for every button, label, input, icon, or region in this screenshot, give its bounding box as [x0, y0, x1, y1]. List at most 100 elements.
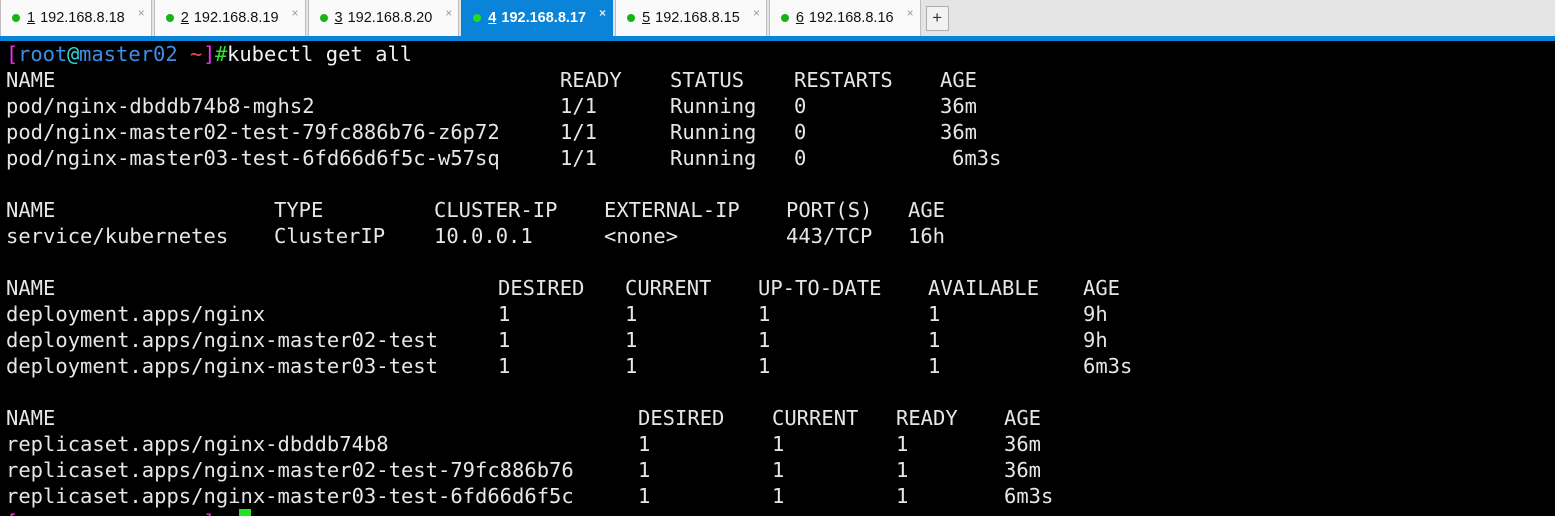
connection-status-dot-icon	[627, 14, 636, 22]
pod-age: 36m	[940, 94, 978, 118]
pods-table-row: pod/nginx-dbddb74b8-mghs2 1/1 Running 0 …	[0, 93, 1555, 119]
terminal-cursor	[239, 509, 251, 516]
replicaset-name: replicaset.apps/nginx-master03-test-6fd6…	[6, 484, 574, 508]
pods-header-name: NAME	[6, 68, 56, 92]
deployment-desired: 1	[498, 354, 511, 378]
service-age: 16h	[908, 224, 946, 248]
prompt-open-bracket: [	[6, 42, 19, 66]
deployment-up-to-date: 1	[758, 354, 771, 378]
services-header-row: NAME TYPE CLUSTER-IP EXTERNAL-IP PORT(S)…	[0, 197, 1555, 223]
tab-number: 2	[180, 10, 189, 26]
deployment-up-to-date: 1	[758, 328, 771, 352]
replicaset-header-ready: READY	[896, 406, 958, 430]
connection-status-dot-icon	[473, 14, 482, 22]
terminal-command: kubectl get all	[227, 42, 413, 66]
pod-ready: 1/1	[560, 120, 598, 144]
tab-6[interactable]: 6 192.168.8.16 ×	[768, 0, 921, 36]
tab-5[interactable]: 5 192.168.8.15 ×	[615, 0, 767, 36]
deployment-header-desired: DESIRED	[498, 276, 585, 300]
pod-restarts: 0	[794, 120, 807, 144]
deployments-table-row: deployment.apps/nginx-master03-test 1 1 …	[0, 353, 1555, 379]
next-prompt-close-bracket: ]	[203, 509, 215, 516]
tab-close-icon[interactable]: ×	[753, 7, 760, 19]
deployment-name: deployment.apps/nginx-master02-test	[6, 328, 438, 352]
service-type: ClusterIP	[274, 224, 386, 248]
tab-number: 6	[795, 10, 804, 26]
deployments-header-row: NAME DESIRED CURRENT UP-TO-DATE AVAILABL…	[0, 275, 1555, 301]
deployment-available: 1	[928, 328, 941, 352]
replicaset-current: 1	[772, 484, 785, 508]
pods-table-row: pod/nginx-master03-test-6fd66d6f5c-w57sq…	[0, 145, 1555, 171]
deployment-desired: 1	[498, 302, 511, 326]
replicaset-ready: 1	[896, 484, 909, 508]
replicaset-desired: 1	[638, 484, 651, 508]
tab-bar-empty-area	[949, 0, 1555, 36]
replicaset-name: replicaset.apps/nginx-dbddb74b8	[6, 432, 389, 456]
connection-status-dot-icon	[780, 14, 789, 22]
replicaset-ready: 1	[896, 432, 909, 456]
deployment-current: 1	[625, 302, 638, 326]
deployments-table-row: deployment.apps/nginx-master02-test 1 1 …	[0, 327, 1555, 353]
replicaset-current: 1	[772, 432, 785, 456]
tab-2[interactable]: 2 192.168.8.19 ×	[153, 0, 306, 36]
replicasets-table-row: replicaset.apps/nginx-master02-test-79fc…	[0, 457, 1555, 483]
tab-close-icon[interactable]: ×	[907, 7, 914, 19]
tab-1[interactable]: 1 192.168.8.18 ×	[0, 0, 152, 36]
deployment-name: deployment.apps/nginx	[6, 302, 266, 326]
pods-header-row: NAME READY STATUS RESTARTS AGE	[0, 67, 1555, 93]
prompt-at-symbol: @	[67, 42, 80, 66]
tab-close-icon[interactable]: ×	[138, 7, 145, 19]
pod-ready: 1/1	[560, 94, 598, 118]
service-ports: 443/TCP	[786, 224, 873, 248]
deployment-current: 1	[625, 354, 638, 378]
tab-close-icon[interactable]: ×	[599, 7, 606, 19]
deployment-age: 6m3s	[1083, 354, 1133, 378]
pod-name: pod/nginx-master03-test-6fd66d6f5c-w57sq	[6, 146, 500, 170]
connection-status-dot-icon	[319, 14, 328, 22]
pod-age: 6m3s	[952, 146, 1002, 170]
replicaset-header-current: CURRENT	[772, 406, 859, 430]
pods-header-age: AGE	[940, 68, 978, 92]
pods-header-restarts: RESTARTS	[794, 68, 893, 92]
tab-close-icon[interactable]: ×	[292, 7, 299, 19]
service-external-ip: <none>	[604, 224, 679, 248]
replicaset-current: 1	[772, 458, 785, 482]
deployment-name: deployment.apps/nginx-master03-test	[6, 354, 438, 378]
deployment-desired: 1	[498, 328, 511, 352]
pod-name: pod/nginx-master02-test-79fc886b76-z6p72	[6, 120, 500, 144]
prompt-path: ~	[190, 42, 203, 66]
tab-4-active[interactable]: 4 192.168.8.17 ×	[461, 0, 614, 36]
deployment-up-to-date: 1	[758, 302, 771, 326]
pod-status: Running	[670, 94, 757, 118]
tab-number: 3	[334, 10, 343, 26]
tab-label: 192.168.8.18	[40, 10, 125, 26]
terminal-output-area[interactable]: [ root @ master02 ~ ] # kubectl get all …	[0, 41, 1555, 516]
replicaset-header-name: NAME	[6, 406, 56, 430]
replicaset-desired: 1	[638, 458, 651, 482]
tab-number: 4	[488, 10, 497, 26]
terminal-prompt-line: [ root @ master02 ~ ] # kubectl get all	[0, 41, 1555, 67]
tab-3[interactable]: 3 192.168.8.20 ×	[307, 0, 460, 36]
connection-status-dot-icon	[165, 14, 174, 22]
replicaset-header-desired: DESIRED	[638, 406, 725, 430]
tab-close-icon[interactable]: ×	[445, 7, 452, 19]
next-prompt-open-bracket: [	[6, 509, 18, 516]
replicasets-table-row: replicaset.apps/nginx-master03-test-6fd6…	[0, 483, 1555, 509]
tab-label: 192.168.8.17	[501, 10, 587, 26]
tab-bar: 1 192.168.8.18 × 2 192.168.8.19 × 3 192.…	[0, 0, 1555, 36]
tab-number: 1	[27, 10, 36, 26]
connection-status-dot-icon	[12, 14, 20, 22]
pod-restarts: 0	[794, 146, 807, 170]
deployment-header-current: CURRENT	[625, 276, 712, 300]
service-header-cluster-ip: CLUSTER-IP	[434, 198, 558, 222]
deployment-header-available: AVAILABLE	[928, 276, 1040, 300]
tab-label: 192.168.8.20	[347, 10, 433, 26]
pods-header-ready: READY	[560, 68, 622, 92]
tab-number: 5	[642, 10, 651, 26]
deployment-header-up-to-date: UP-TO-DATE	[758, 276, 882, 300]
service-header-age: AGE	[908, 198, 946, 222]
deployment-age: 9h	[1083, 302, 1108, 326]
deployment-available: 1	[928, 302, 941, 326]
new-tab-button[interactable]: +	[925, 5, 949, 31]
service-header-ports: PORT(S)	[786, 198, 873, 222]
